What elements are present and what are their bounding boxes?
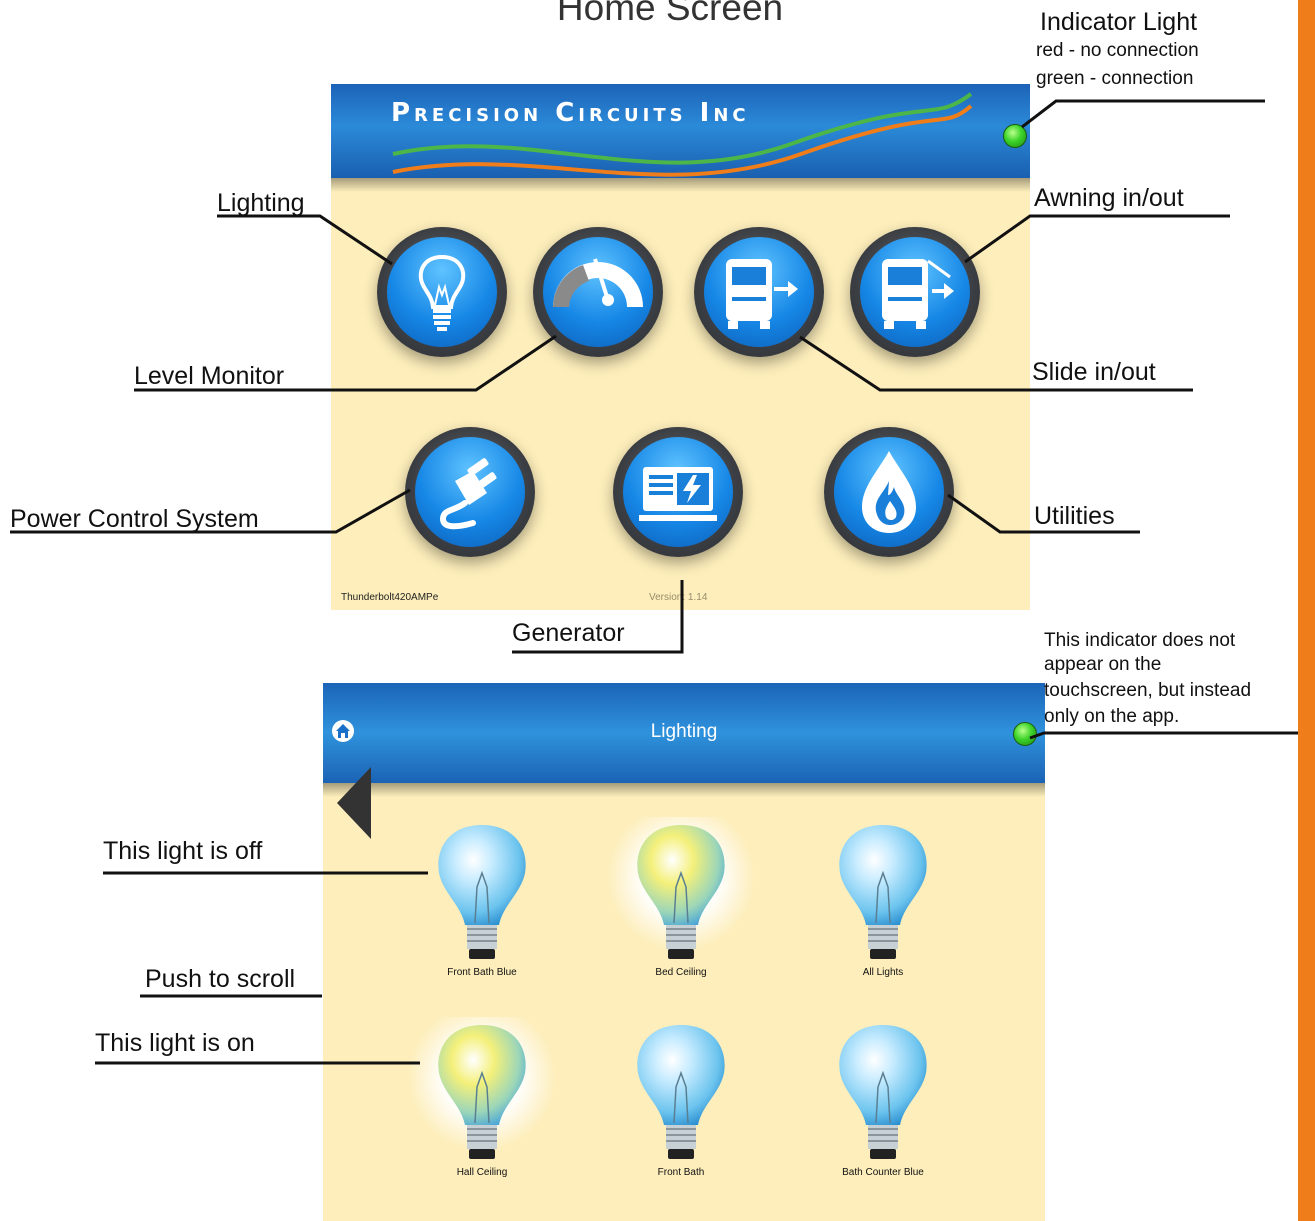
- scroll-left-arrow[interactable]: [337, 767, 371, 839]
- home-screen-panel: Precision Circuits Inc Thunderbolt420AMP…: [331, 84, 1030, 610]
- annotation-indicator-green: green - connection: [1036, 68, 1194, 89]
- annotation-level-monitor: Level Monitor: [134, 362, 285, 390]
- connection-indicator-light: [1003, 124, 1027, 148]
- annotation-app-indicator-3: touchscreen, but instead: [1044, 680, 1252, 701]
- annotation-indicator-title: Indicator Light: [1040, 8, 1198, 36]
- light-label: All Lights: [862, 967, 904, 978]
- light-tile[interactable]: Front Bath Blue: [407, 817, 557, 997]
- annotation-light-off: This light is off: [103, 837, 263, 865]
- light-tile[interactable]: Front Bath: [606, 1017, 756, 1197]
- light-label: Hall Ceiling: [456, 1167, 508, 1178]
- brand-logo: Precision Circuits Inc: [391, 98, 750, 128]
- app-connection-indicator-light: [1013, 722, 1037, 746]
- light-label: Bed Ceiling: [655, 967, 707, 978]
- light-tile[interactable]: Bath Counter Blue: [808, 1017, 958, 1197]
- annotation-app-indicator-1: This indicator does not: [1044, 630, 1236, 651]
- annotation-power-control: Power Control System: [10, 505, 259, 533]
- light-tile[interactable]: All Lights: [808, 817, 958, 997]
- orange-side-bar: [1298, 0, 1315, 1221]
- flame-drop-icon: [834, 437, 944, 547]
- page-title: Home Screen: [556, 0, 784, 28]
- lightbulb-icon: [839, 825, 927, 959]
- light-label: Front Bath Blue: [447, 967, 517, 978]
- gauge-icon: [543, 237, 653, 347]
- lighting-screen-panel: Lighting Front Bath Blue Bed Ceiling All L…: [323, 683, 1045, 1221]
- rv-awning-icon: [860, 237, 970, 347]
- annotation-light-on: This light is on: [95, 1029, 255, 1057]
- slide-in-out-button[interactable]: [694, 227, 824, 357]
- lighting-header: Lighting: [323, 683, 1045, 797]
- light-label: Front Bath: [657, 1167, 705, 1178]
- lightbulb-icon: [607, 803, 755, 959]
- annotation-push-scroll: Push to scroll: [145, 965, 296, 993]
- light-tile[interactable]: Bed Ceiling: [606, 803, 756, 997]
- annotation-app-indicator-4: only on the app.: [1044, 706, 1180, 727]
- version-label: Version: 1.14: [649, 592, 708, 603]
- annotation-awning: Awning in/out: [1034, 184, 1184, 212]
- annotation-slide: Slide in/out: [1032, 358, 1156, 386]
- utilities-button[interactable]: [824, 427, 954, 557]
- model-name: Thunderbolt420AMPe: [341, 592, 439, 603]
- annotation-generator: Generator: [512, 619, 625, 647]
- annotation-lighting: Lighting: [217, 189, 305, 217]
- annotation-app-indicator-2: appear on the: [1044, 654, 1162, 675]
- lightbulb-icon: [438, 825, 526, 959]
- level-monitor-button[interactable]: [533, 227, 663, 357]
- lightbulb-icon: [839, 1025, 927, 1159]
- home-header: Precision Circuits Inc: [331, 84, 1030, 192]
- power-control-system-button[interactable]: [405, 427, 535, 557]
- awning-in-out-button[interactable]: [850, 227, 980, 357]
- lighting-title: Lighting: [650, 721, 718, 742]
- rv-slide-icon: [704, 237, 814, 347]
- lightbulb-icon: [387, 237, 497, 347]
- annotation-utilities: Utilities: [1034, 502, 1115, 530]
- lightbulb-icon: [408, 1003, 556, 1159]
- generator-icon: [623, 437, 733, 547]
- annotation-indicator-red: red - no connection: [1036, 40, 1199, 61]
- light-label: Bath Counter Blue: [842, 1167, 924, 1178]
- lightbulb-icon: [637, 1025, 725, 1159]
- lighting-button[interactable]: [377, 227, 507, 357]
- light-tile[interactable]: Hall Ceiling: [407, 1003, 557, 1197]
- generator-button[interactable]: [613, 427, 743, 557]
- power-plug-icon: [415, 437, 525, 547]
